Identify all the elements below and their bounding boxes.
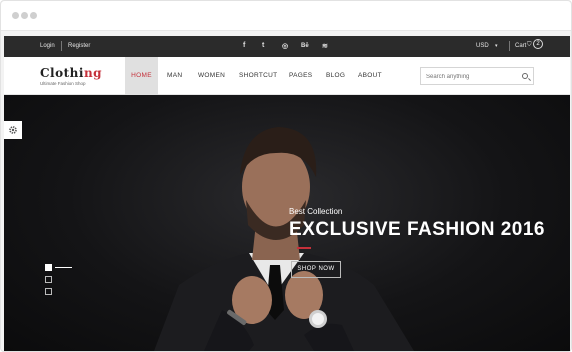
browser-frame: Login Register f t ◎ Bē ≋ USD ▾ Cart ⛉ 2… <box>0 0 572 352</box>
top-bar: Login Register f t ◎ Bē ≋ USD ▾ Cart ⛉ 2 <box>4 36 570 57</box>
search-box <box>420 67 534 85</box>
window-dot-icon[interactable] <box>30 12 37 19</box>
login-link[interactable]: Login <box>40 43 55 49</box>
rss-icon[interactable]: ≋ <box>322 42 328 50</box>
search-icon[interactable] <box>522 73 528 79</box>
slider-bullet[interactable] <box>45 288 52 295</box>
window-dot-icon[interactable] <box>12 12 19 19</box>
hero-eyebrow: Best Collection <box>289 207 343 216</box>
register-link[interactable]: Register <box>68 43 90 49</box>
slider-bullet[interactable] <box>45 276 52 283</box>
nav-man[interactable]: MAN <box>167 57 182 95</box>
nav-about[interactable]: ABOUT <box>358 57 382 95</box>
behance-icon[interactable]: Bē <box>301 43 309 49</box>
divider <box>61 41 62 51</box>
logo-text: Clothi <box>40 66 84 80</box>
search-input[interactable] <box>426 71 518 82</box>
hero-title: EXCLUSIVE FASHION 2016 <box>289 219 545 240</box>
website: Login Register f t ◎ Bē ≋ USD ▾ Cart ⛉ 2… <box>4 36 570 351</box>
nav-blog[interactable]: BLOG <box>326 57 345 95</box>
gear-icon <box>9 126 17 134</box>
dribbble-icon[interactable]: ◎ <box>282 42 288 50</box>
logo[interactable]: Clothing <box>40 66 102 80</box>
browser-titlebar <box>1 1 571 31</box>
site-header: Clothing Ultimate Fashion Shop HOME MAN … <box>4 57 570 95</box>
divider <box>509 41 510 51</box>
cart-icon[interactable]: ⛉ <box>527 42 532 49</box>
twitter-icon[interactable]: t <box>262 42 264 49</box>
cart-link[interactable]: Cart <box>515 43 526 49</box>
logo-accent-text: ng <box>83 66 103 80</box>
chevron-down-icon[interactable]: ▾ <box>495 43 498 49</box>
nav-shortcut[interactable]: SHORTCUT <box>239 57 277 95</box>
nav-women[interactable]: WOMEN <box>198 57 225 95</box>
currency-select[interactable]: USD <box>476 43 489 49</box>
settings-tab[interactable] <box>4 121 22 139</box>
tagline: Ultimate Fashion Shop <box>40 81 86 86</box>
hero-divider <box>297 247 311 249</box>
hero-slider: Best Collection EXCLUSIVE FASHION 2016 S… <box>4 95 570 351</box>
nav-pages[interactable]: PAGES <box>289 57 312 95</box>
facebook-icon[interactable]: f <box>243 42 245 49</box>
nav-home[interactable]: HOME <box>125 57 158 95</box>
window-dot-icon[interactable] <box>21 12 28 19</box>
cart-count-badge: 2 <box>533 39 543 49</box>
slider-bullet[interactable] <box>45 264 72 271</box>
shop-now-button[interactable]: SHOP NOW <box>291 261 341 278</box>
